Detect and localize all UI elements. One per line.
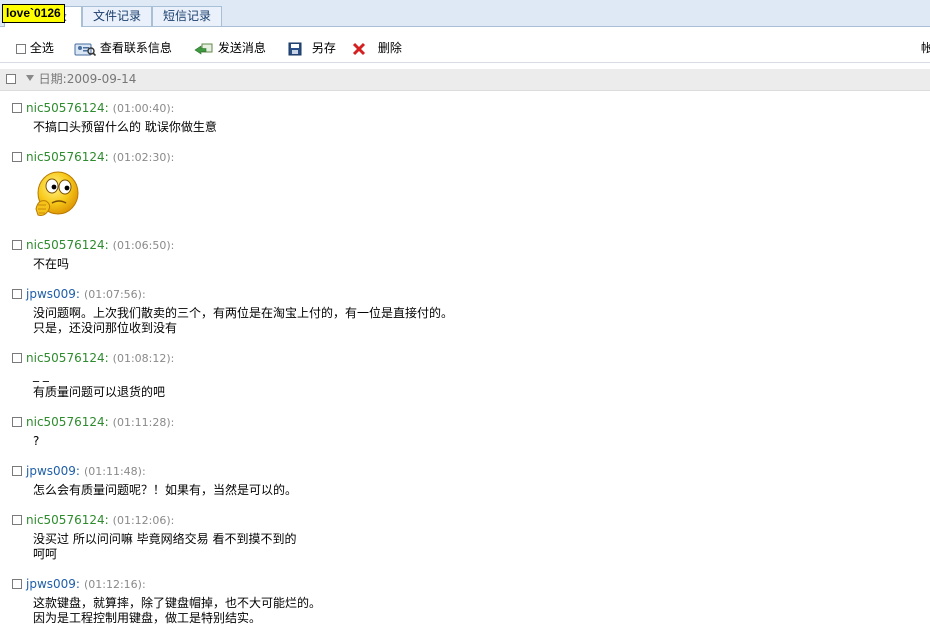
message-checkbox[interactable] [12,102,22,113]
tab-file-history[interactable]: 文件记录 [82,6,152,26]
select-all-label: 全选 [29,41,54,55]
message-header: nic50576124: (01:11:28): [12,414,174,430]
message-text: 呵呵 [33,547,58,561]
sender-name: nic50576124 [26,351,105,365]
send-message-button[interactable]: 发送消息 [194,39,266,57]
floppy-disk-icon [288,42,302,55]
save-as-button[interactable]: 另存 [288,39,336,57]
message-checkbox[interactable] [12,352,22,363]
message-header: nic50576124: (01:02:30): [12,149,174,165]
message-header: jpws009: (01:12:16): [12,576,146,592]
message-text: 没问题啊。上次我们散卖的三个，有两位是在淘宝上付的，有一位是直接付的。 [33,306,454,320]
sender-name: nic50576124 [26,513,105,527]
sender-name: nic50576124 [26,101,105,115]
delete-x-icon [352,42,366,55]
message-checkbox[interactable] [12,288,22,299]
message-header: nic50576124: (01:08:12): [12,350,174,366]
send-message-icon [194,43,213,55]
message-checkbox[interactable] [12,514,22,525]
sender-name: jpws009 [26,464,76,478]
message-text: ? [33,434,40,448]
message-header: nic50576124: (01:12:06): [12,512,174,528]
message-checkbox[interactable] [12,416,22,427]
message-time: (01:02:30): [112,151,175,164]
collapse-triangle-icon[interactable] [25,74,35,82]
select-all-checkbox[interactable] [16,43,26,54]
sender-name: nic50576124 [26,415,105,429]
message-time: (01:00:40): [112,102,175,115]
message-header: nic50576124: (01:06:50): [12,237,174,253]
message-checkbox[interactable] [12,578,22,589]
date-group-header: 日期:2009-09-14 [0,69,930,91]
message-text: 因为是工程控制用键盘，做工是特别结实。 [33,611,262,625]
message-text: 怎么会有质量问题呢？！如果有，当然是可以的。 [33,483,298,497]
account-menu-partial[interactable]: 帐 [921,39,930,57]
sender-name: jpws009 [26,287,76,301]
message-text: 只是，还没问那位收到没有 [33,321,178,335]
send-message-label: 发送消息 [217,41,266,55]
thinking-face-emoji-icon [35,171,79,216]
message-header: nic50576124: (01:00:40): [12,100,174,116]
message-text: 有质量问题可以退货的吧 [33,385,166,399]
message-text: 没买过 所以问问嘛 毕竟网络交易 看不到摸不到的 [33,532,297,546]
message-time: (01:11:48): [83,465,146,478]
message-time: (01:11:28): [112,416,175,429]
message-header: jpws009: (01:07:56): [12,286,146,302]
username-tooltip-tag: love`0126 [2,4,65,23]
select-all-control[interactable]: 全选 [16,39,54,57]
message-text: _ _ [33,368,49,382]
delete-label: 删除 [377,41,402,55]
sender-name: nic50576124 [26,150,105,164]
message-text: 这款键盘，就算摔，除了键盘帽掉，也不大可能烂的。 [33,596,322,610]
contact-card-icon [74,43,96,56]
sender-name: jpws009 [26,577,76,591]
message-checkbox[interactable] [12,465,22,476]
message-header: jpws009: (01:11:48): [12,463,146,479]
date-label: 日期:2009-09-14 [38,72,137,86]
message-time: (01:12:06): [112,514,175,527]
message-text: 不搞口头预留什么的 耽误你做生意 [33,120,217,134]
message-text: 不在吗 [33,257,70,271]
sender-name: nic50576124 [26,238,105,252]
message-checkbox[interactable] [12,151,22,162]
message-time: (01:07:56): [83,288,146,301]
tab-sms-history[interactable]: 短信记录 [152,6,222,26]
message-time: (01:12:16): [83,578,146,591]
toolbar: 全选 查看联系信息 发送消息 另存 删除 帐 [0,34,930,63]
save-as-label: 另存 [311,41,336,55]
delete-button[interactable]: 删除 [352,39,402,57]
message-checkbox[interactable] [12,239,22,250]
message-time: (01:08:12): [112,352,175,365]
date-group-checkbox[interactable] [6,73,16,84]
message-time: (01:06:50): [112,239,175,252]
view-contact-button[interactable]: 查看联系信息 [74,39,172,57]
tab-strip: 聊天记录 文件记录 短信记录 [0,0,930,27]
view-contact-label: 查看联系信息 [99,41,172,55]
